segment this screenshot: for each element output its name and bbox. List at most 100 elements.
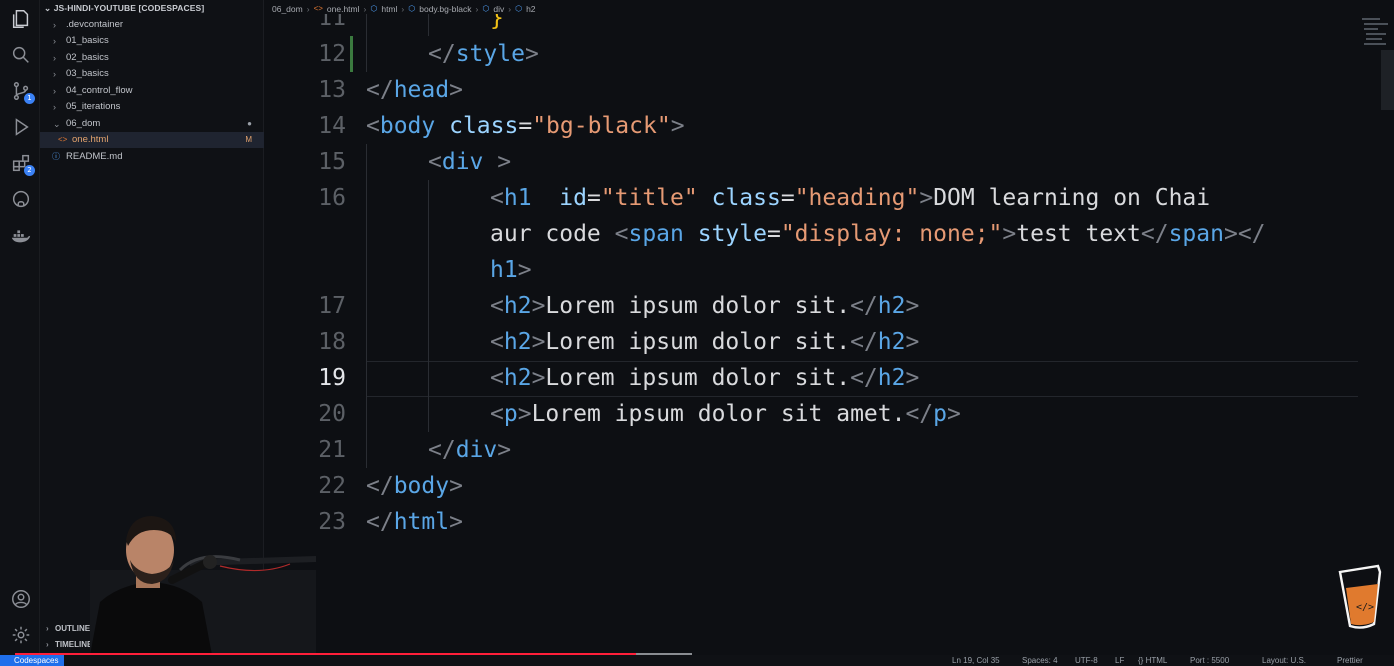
code-editor[interactable]: 11 12 13 14 15 16 17 18 19 20 21 22 23 }… xyxy=(264,14,1358,655)
indent-guide xyxy=(428,14,429,36)
code-line-16-wrap-1: aur code <span style="display: none;">te… xyxy=(490,221,1266,247)
activity-bar: 1 2 xyxy=(0,0,40,655)
breadcrumb-html[interactable]: html xyxy=(381,4,397,14)
run-debug-icon[interactable] xyxy=(10,116,32,138)
folder-03-basics[interactable]: › 03_basics xyxy=(40,66,264,82)
folder-01-basics[interactable]: › 01_basics xyxy=(40,33,264,49)
line-number: 17 xyxy=(318,293,346,319)
search-icon[interactable] xyxy=(10,44,32,66)
chevron-right-icon: › xyxy=(53,69,56,79)
minimap-line xyxy=(1366,38,1382,40)
line-number: 22 xyxy=(318,473,346,499)
indentation[interactable]: Spaces: 4 xyxy=(1022,655,1058,666)
element-icon: ⬡ xyxy=(482,4,490,13)
chevron-right-icon: › xyxy=(53,36,56,46)
line-number: 12 xyxy=(318,41,346,67)
line-number-current: 19 xyxy=(318,365,346,391)
line-ending[interactable]: LF xyxy=(1115,655,1124,666)
minimap-line xyxy=(1362,18,1380,20)
html-file-icon: <> xyxy=(58,135,68,144)
chai-aur-code-cup-logo: </> xyxy=(1338,564,1382,629)
chevron-right-icon: › xyxy=(363,3,367,14)
indent-guide xyxy=(366,14,367,72)
chevron-right-icon: › xyxy=(475,3,479,14)
chevron-right-icon: › xyxy=(53,20,56,30)
code-line-13: </head> xyxy=(366,77,463,103)
prettier-status[interactable]: Prettier xyxy=(1337,655,1363,666)
code-line-16: <h1 id="title" class="heading">DOM learn… xyxy=(490,185,1211,211)
remote-indicator[interactable]: Codespaces xyxy=(0,655,65,666)
live-server-port[interactable]: Port : 5500 xyxy=(1190,655,1229,666)
chevron-right-icon: › xyxy=(508,3,512,14)
line-number: 13 xyxy=(318,77,346,103)
folder-05-iterations[interactable]: › 05_iterations xyxy=(40,99,264,115)
element-icon: ⬡ xyxy=(408,4,416,13)
keyboard-layout[interactable]: Layout: U.S. xyxy=(1262,655,1306,666)
encoding[interactable]: UTF-8 xyxy=(1075,655,1098,666)
docker-icon[interactable] xyxy=(10,224,32,246)
line-number: 14 xyxy=(318,113,346,139)
explorer-icon[interactable] xyxy=(10,8,32,30)
chevron-right-icon: › xyxy=(53,102,56,112)
code-line-11: } xyxy=(490,14,504,31)
minimap-line xyxy=(1366,33,1386,35)
modified-dot: ● xyxy=(247,119,252,128)
git-modified-badge: M xyxy=(245,135,252,144)
chevron-right-icon: › xyxy=(53,86,56,96)
chevron-down-icon: ⌄ xyxy=(44,3,54,13)
minimap-line xyxy=(1364,23,1388,25)
breadcrumb-folder[interactable]: 06_dom xyxy=(272,4,303,14)
status-bar: Codespaces Ln 19, Col 35 Spaces: 4 UTF-8… xyxy=(0,655,1394,666)
source-control-icon[interactable]: 1 xyxy=(10,80,35,104)
workspace-title[interactable]: ⌄ JS-HINDI-YOUTUBE [CODESPACES] xyxy=(44,3,204,14)
minimap-line xyxy=(1364,43,1386,45)
code-line-22: </body> xyxy=(366,473,463,499)
chevron-down-icon: ⌄ xyxy=(53,119,61,129)
breadcrumb-div[interactable]: div xyxy=(493,4,504,14)
account-icon[interactable] xyxy=(10,588,32,610)
code-line-18: <h2>Lorem ipsum dolor sit.</h2> xyxy=(490,329,920,355)
element-icon: ⬡ xyxy=(370,4,378,13)
minimap[interactable] xyxy=(1358,14,1394,655)
code-line-21: </div> xyxy=(428,437,512,463)
folder-02-basics[interactable]: › 02_basics xyxy=(40,50,264,66)
code-line-23: </html> xyxy=(366,509,463,535)
cursor-position[interactable]: Ln 19, Col 35 xyxy=(952,655,1000,666)
breadcrumb-h2[interactable]: h2 xyxy=(526,4,535,14)
breadcrumb-body[interactable]: body.bg-black xyxy=(419,4,471,14)
folder-devcontainer[interactable]: › .devcontainer xyxy=(40,17,264,33)
line-number: 15 xyxy=(318,149,346,175)
folder-04-control-flow[interactable]: › 04_control_flow xyxy=(40,83,264,99)
code-line-19: <h2>Lorem ipsum dolor sit.</h2> xyxy=(490,365,920,391)
chevron-right-icon: › xyxy=(401,3,405,14)
html-file-icon: <> xyxy=(313,4,323,13)
folder-06-dom[interactable]: ⌄ 06_dom ● xyxy=(40,116,264,132)
line-number: 11 xyxy=(318,14,346,31)
element-icon: ⬡ xyxy=(515,4,523,13)
line-number: 16 xyxy=(318,185,346,211)
code-line-14: <body class="bg-black"> xyxy=(366,113,685,139)
settings-gear-icon[interactable] xyxy=(10,624,32,646)
github-icon[interactable] xyxy=(10,188,32,210)
line-number: 21 xyxy=(318,437,346,463)
breadcrumb-file[interactable]: one.html xyxy=(327,4,360,14)
code-line-15: <div > xyxy=(428,149,512,175)
chevron-right-icon: › xyxy=(53,53,56,63)
vertical-scrollbar[interactable] xyxy=(1381,50,1394,110)
indent-guide xyxy=(366,144,367,468)
extensions-icon[interactable]: 2 xyxy=(10,152,35,176)
language-mode[interactable]: {} HTML xyxy=(1138,655,1167,666)
info-file-icon: ⓘ xyxy=(52,152,60,161)
chevron-right-icon: › xyxy=(46,640,49,649)
minimap-line xyxy=(1364,28,1378,30)
line-number: 18 xyxy=(318,329,346,355)
presenter-webcam xyxy=(90,516,316,655)
extensions-badge: 2 xyxy=(24,165,35,176)
source-control-badge: 1 xyxy=(24,93,35,104)
chevron-right-icon: › xyxy=(306,3,310,14)
chevron-right-icon: › xyxy=(46,624,49,633)
git-change-indicator xyxy=(350,36,353,72)
code-line-17: <h2>Lorem ipsum dolor sit.</h2> xyxy=(490,293,920,319)
file-one-html[interactable]: <> one.html M xyxy=(40,132,264,148)
file-readme-md[interactable]: ⓘ README.md xyxy=(40,149,264,165)
